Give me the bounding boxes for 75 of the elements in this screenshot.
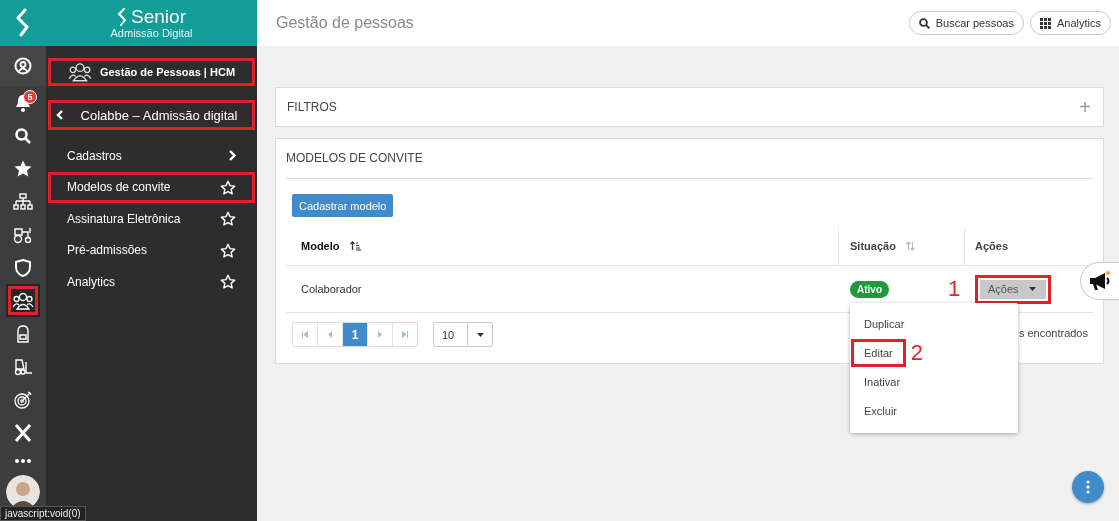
column-header: Ações bbox=[975, 240, 1009, 252]
star-outline-icon[interactable] bbox=[220, 274, 236, 290]
notification-badge: 5 bbox=[23, 90, 37, 104]
more-vertical-icon bbox=[1086, 480, 1090, 494]
page-size-select[interactable]: 10 bbox=[433, 322, 493, 347]
menu-option[interactable]: Inativar bbox=[854, 370, 911, 393]
column-header[interactable]: Situação bbox=[850, 240, 896, 252]
menu-item[interactable]: Modelos de convite bbox=[48, 171, 255, 203]
back-button[interactable]: Colabbe – Admissão digital bbox=[48, 100, 255, 130]
first-page-icon bbox=[302, 331, 308, 338]
panel-title: FILTROS bbox=[287, 100, 337, 114]
brand-subtitle: Admissão Digital bbox=[110, 27, 193, 39]
next-page-icon bbox=[378, 331, 382, 338]
last-page-icon bbox=[402, 331, 408, 338]
menu-item[interactable]: Cadastros bbox=[48, 140, 255, 172]
rail-item[interactable] bbox=[0, 46, 46, 86]
people-icon bbox=[67, 62, 92, 82]
menu-item-label: Cadastros bbox=[67, 148, 122, 163]
star-outline-icon[interactable] bbox=[220, 179, 236, 195]
menu-option[interactable]: Editar bbox=[854, 341, 903, 364]
user-icon bbox=[14, 57, 32, 75]
results-count: s encontrados bbox=[1018, 327, 1088, 339]
chevron-left-icon bbox=[56, 110, 63, 120]
star-outline-icon[interactable] bbox=[220, 242, 236, 258]
previous-page-icon bbox=[328, 331, 332, 338]
more-actions-button[interactable] bbox=[1072, 471, 1104, 503]
hierarchy-icon bbox=[13, 192, 33, 211]
chevron-right-icon[interactable] bbox=[229, 150, 236, 162]
module-header[interactable]: Gestão de Pessoas | HCM bbox=[48, 58, 255, 86]
shield-icon bbox=[15, 258, 31, 277]
target-icon bbox=[14, 390, 32, 409]
search-icon bbox=[918, 17, 930, 29]
create-model-button[interactable]: Cadastrar modelo bbox=[292, 194, 394, 217]
page-button[interactable]: 1 bbox=[343, 323, 368, 346]
menu-item[interactable]: Assinatura Eletrônica bbox=[48, 203, 255, 235]
announcements-tab[interactable] bbox=[1080, 262, 1119, 300]
rail-item[interactable] bbox=[6, 284, 40, 317]
search-icon bbox=[15, 127, 31, 144]
menu-option[interactable]: Excluir bbox=[854, 399, 907, 422]
page-title: Gestão de pessoas bbox=[276, 14, 414, 32]
annotation-number: 2 bbox=[910, 341, 923, 364]
actions-dropdown-button[interactable]: Ações bbox=[975, 274, 1051, 304]
rail-item[interactable]: 5 bbox=[0, 86, 46, 119]
menu-item-label: Modelos de convite bbox=[67, 180, 171, 195]
module-title: Gestão de Pessoas | HCM bbox=[99, 66, 236, 78]
sort-ascending-icon[interactable] bbox=[349, 241, 361, 251]
analytics-button[interactable]: Analytics bbox=[1029, 11, 1111, 35]
annotation-number: 1 bbox=[948, 278, 961, 300]
caret-icon bbox=[1028, 287, 1036, 291]
menu-item-label: Pré-admissões bbox=[67, 243, 148, 258]
megaphone-icon bbox=[1089, 271, 1111, 291]
status-badge: Ativo bbox=[850, 280, 889, 298]
caret-icon bbox=[476, 332, 484, 337]
backpack-icon bbox=[15, 324, 31, 343]
menu-item[interactable]: Pré-admissões bbox=[48, 234, 255, 266]
search-people-button[interactable]: Buscar pessoas bbox=[908, 11, 1024, 35]
tractor-icon bbox=[13, 225, 33, 244]
status-tooltip: javascript:void(0) bbox=[0, 506, 86, 521]
more-icon bbox=[15, 459, 31, 463]
panel-title: MODELOS DE CONVITE bbox=[286, 151, 424, 165]
x-icon bbox=[14, 423, 32, 442]
grid-icon bbox=[1039, 17, 1051, 29]
star-outline-icon[interactable] bbox=[220, 211, 236, 227]
forklift-icon bbox=[13, 357, 33, 376]
table-cell: Colaborador bbox=[301, 283, 362, 295]
menu-option[interactable]: Duplicar bbox=[854, 312, 915, 335]
logo-icon bbox=[117, 8, 128, 26]
people-icon bbox=[12, 291, 34, 310]
menu-item-label: Analytics bbox=[67, 274, 116, 289]
star-icon bbox=[14, 160, 32, 177]
column-header[interactable]: Modelo bbox=[301, 240, 340, 252]
brand-name: Senior bbox=[131, 7, 186, 27]
menu-item[interactable]: Analytics bbox=[48, 266, 255, 298]
back-label: Colabbe – Admissão digital bbox=[79, 107, 239, 123]
menu-item-label: Assinatura Eletrônica bbox=[67, 211, 181, 226]
